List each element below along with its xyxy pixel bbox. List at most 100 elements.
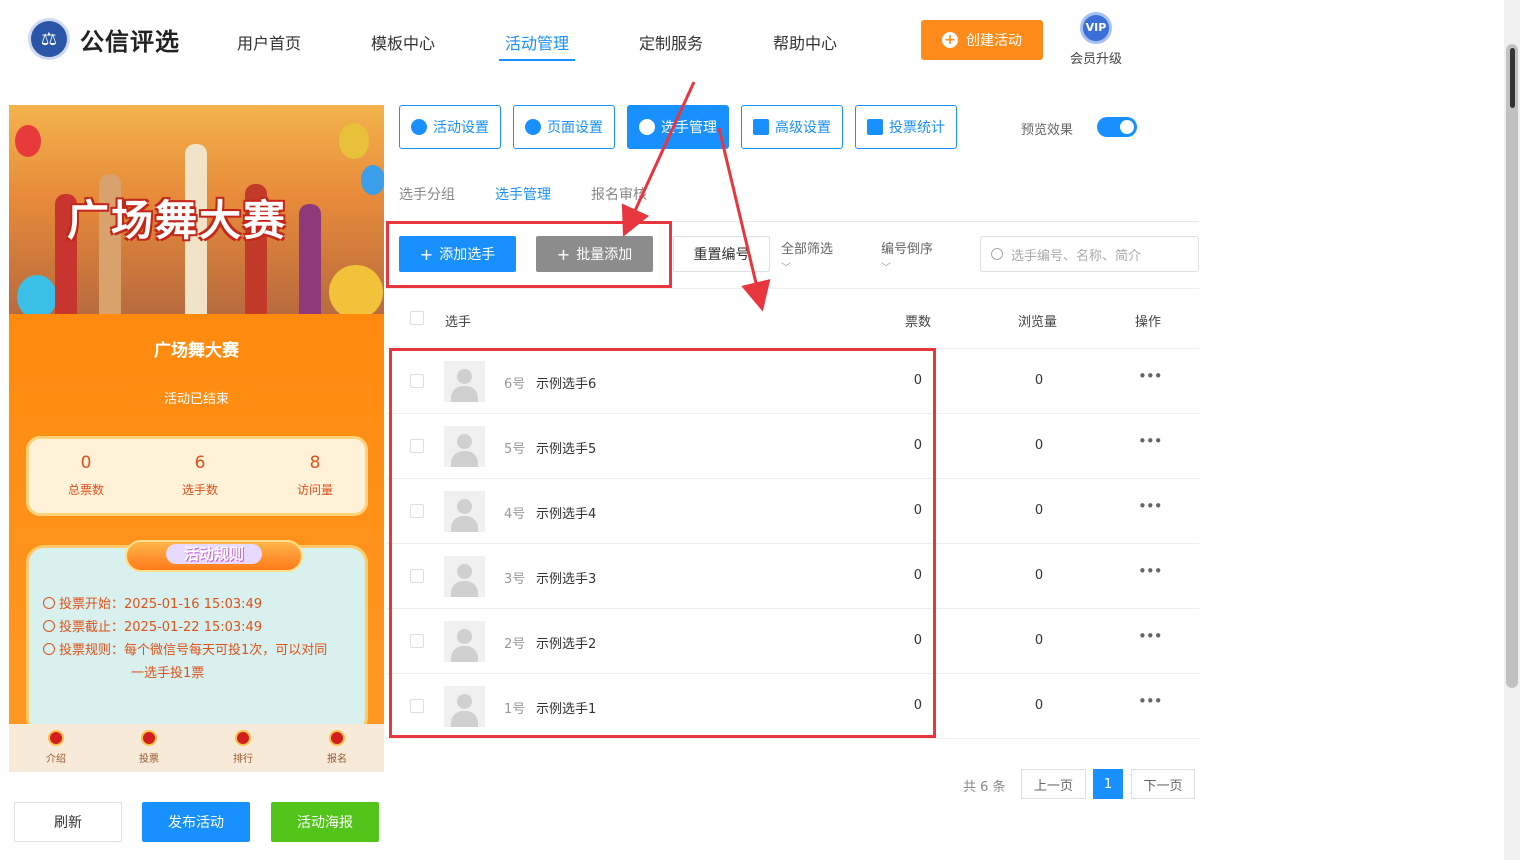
next-page-button[interactable]: 下一页 bbox=[1131, 769, 1195, 799]
stat-value: 6 bbox=[194, 453, 206, 473]
preview-tabbar: 介绍 投票 排行 报名 bbox=[9, 724, 384, 772]
tab-label: 活动设置 bbox=[433, 120, 489, 136]
subtab-signup-review[interactable]: 报名审核 bbox=[591, 184, 647, 204]
brand-name: 公信评选 bbox=[80, 27, 180, 56]
more-actions-icon[interactable]: ••• bbox=[1138, 627, 1163, 645]
rule-start: 投票开始：2025-01-16 15:03:49 bbox=[43, 593, 262, 612]
sort-label: 编号倒序 bbox=[881, 242, 934, 257]
vip-badge-icon: VIP bbox=[1080, 12, 1112, 44]
annotation-highlight-table bbox=[389, 348, 936, 738]
vip-upgrade-label: 会员升级 bbox=[1069, 52, 1122, 67]
nav-item-help[interactable]: 帮助中心 bbox=[773, 30, 837, 54]
reset-number-button[interactable]: 重置编号 bbox=[673, 236, 770, 272]
tab-label: 选手管理 bbox=[661, 120, 717, 136]
stat-players: 6 选手数 bbox=[150, 453, 250, 498]
tab-label: 高级设置 bbox=[775, 120, 831, 136]
nav-item-custom-service[interactable]: 定制服务 bbox=[639, 30, 703, 54]
more-actions-icon[interactable]: ••• bbox=[1138, 367, 1163, 385]
stat-total-votes: 0 总票数 bbox=[36, 453, 136, 498]
players-table-header: 选手 票数 浏览量 操作 bbox=[386, 288, 1199, 349]
filter-dropdown[interactable]: 全部筛选 ﹀ bbox=[781, 238, 833, 274]
tab-label: 页面设置 bbox=[547, 120, 603, 136]
search-placeholder: 选手编号、名称、简介 bbox=[1011, 248, 1142, 264]
preview-tab-vote[interactable]: 投票 bbox=[129, 730, 169, 765]
sort-dropdown[interactable]: 编号倒序 ﹀ bbox=[881, 238, 933, 274]
player-views: 0 bbox=[1034, 438, 1044, 453]
clock-icon bbox=[43, 597, 55, 609]
more-actions-icon[interactable]: ••• bbox=[1138, 562, 1163, 580]
rule-start-label: 投票开始： bbox=[59, 597, 125, 612]
player-views: 0 bbox=[1034, 568, 1044, 583]
more-actions-icon[interactable]: ••• bbox=[1138, 497, 1163, 515]
tab-label: 投票统计 bbox=[889, 120, 945, 136]
rule-voting-continued: 一选手投1票 bbox=[131, 666, 205, 681]
tab-label: 投票 bbox=[139, 754, 159, 765]
stat-label: 选手数 bbox=[181, 483, 218, 497]
stat-label: 总票数 bbox=[67, 483, 104, 497]
tab-activity-settings[interactable]: 活动设置 bbox=[399, 105, 501, 149]
column-operations: 操作 bbox=[1135, 315, 1162, 330]
tab-player-management[interactable]: 选手管理 bbox=[627, 105, 729, 149]
prev-page-button[interactable]: 上一页 bbox=[1021, 769, 1086, 799]
activity-poster-button[interactable]: 活动海报 bbox=[271, 802, 379, 842]
annotation-highlight-toolbar bbox=[386, 221, 672, 288]
rule-start-value: 2025-01-16 15:03:49 bbox=[124, 597, 263, 612]
vip-upgrade-button[interactable]: VIP 会员升级 bbox=[1064, 12, 1128, 67]
info-icon bbox=[43, 643, 55, 655]
tab-label: 报名 bbox=[327, 754, 347, 765]
dancer-shape bbox=[299, 204, 321, 314]
banner-title: 广场舞大赛 bbox=[67, 196, 288, 245]
preview-tab-signup[interactable]: 报名 bbox=[317, 730, 357, 765]
nav-item-activity-management[interactable]: 活动管理 bbox=[505, 30, 569, 54]
player-search-input[interactable]: 选手编号、名称、简介 bbox=[980, 236, 1199, 272]
mobile-preview: 广场舞大赛 广场舞大赛 活动已结束 0 总票数 6 选手数 8 访问量 活动规则… bbox=[9, 105, 384, 772]
subtab-player-groups[interactable]: 选手分组 bbox=[399, 184, 455, 204]
column-views: 浏览量 bbox=[1018, 315, 1058, 330]
scrollbar-marker bbox=[1510, 48, 1515, 108]
tab-advanced-settings[interactable]: 高级设置 bbox=[741, 105, 843, 149]
plus-circle-icon: + bbox=[942, 32, 958, 48]
tab-label: 排行 bbox=[233, 754, 253, 765]
preview-banner-image: 广场舞大赛 bbox=[9, 105, 384, 314]
arrow-to-table bbox=[717, 127, 771, 312]
preview-toggle-switch[interactable] bbox=[1097, 117, 1137, 137]
settings-list-icon bbox=[753, 119, 769, 135]
preview-tab-intro[interactable]: 介绍 bbox=[36, 730, 76, 765]
tab-label: 介绍 bbox=[46, 754, 66, 765]
tab-vote-statistics[interactable]: 投票统计 bbox=[855, 105, 957, 149]
nav-item-home[interactable]: 用户首页 bbox=[237, 30, 301, 54]
preview-tab-ranking[interactable]: 排行 bbox=[223, 730, 263, 765]
rule-end-label: 投票截止： bbox=[59, 620, 125, 635]
scales-icon: ⚖ bbox=[28, 18, 70, 60]
refresh-button[interactable]: 刷新 bbox=[14, 802, 122, 842]
subtab-player-management[interactable]: 选手管理 bbox=[495, 184, 551, 204]
stat-value: 8 bbox=[309, 453, 321, 473]
publish-activity-button[interactable]: 发布活动 bbox=[142, 802, 250, 842]
tab-page-settings[interactable]: 页面设置 bbox=[513, 105, 615, 149]
nav-item-templates[interactable]: 模板中心 bbox=[371, 30, 435, 54]
select-all-checkbox[interactable] bbox=[410, 311, 424, 325]
balloon-shape bbox=[329, 265, 383, 314]
ranking-icon bbox=[235, 730, 251, 746]
more-actions-icon[interactable]: ••• bbox=[1138, 692, 1163, 710]
nav-active-underline bbox=[499, 59, 575, 61]
brand-logo[interactable]: ⚖ 公信评选 bbox=[28, 18, 180, 60]
player-views: 0 bbox=[1034, 633, 1044, 648]
star-icon bbox=[411, 119, 427, 135]
search-icon bbox=[991, 248, 1003, 260]
preview-activity-title: 广场舞大赛 bbox=[154, 341, 239, 361]
column-player: 选手 bbox=[445, 315, 472, 330]
create-activity-label: 创建活动 bbox=[966, 33, 1022, 49]
page-number-current[interactable]: 1 bbox=[1093, 769, 1123, 799]
more-actions-icon[interactable]: ••• bbox=[1138, 432, 1163, 450]
clock-icon bbox=[43, 620, 55, 632]
create-activity-button[interactable]: + 创建活动 bbox=[921, 20, 1043, 60]
stat-visits: 8 访问量 bbox=[265, 453, 365, 498]
top-nav: ⚖ 公信评选 用户首页 模板中心 活动管理 定制服务 帮助中心 + 创建活动 V… bbox=[0, 0, 1504, 82]
rules-heading-text: 活动规则 bbox=[165, 544, 262, 564]
page-scrollbar-thumb[interactable] bbox=[1506, 44, 1518, 688]
balloon-shape bbox=[339, 123, 369, 159]
intro-icon bbox=[48, 730, 64, 746]
chevron-down-icon: ﹀ bbox=[781, 263, 791, 274]
preview-activity-status: 活动已结束 bbox=[163, 392, 229, 407]
